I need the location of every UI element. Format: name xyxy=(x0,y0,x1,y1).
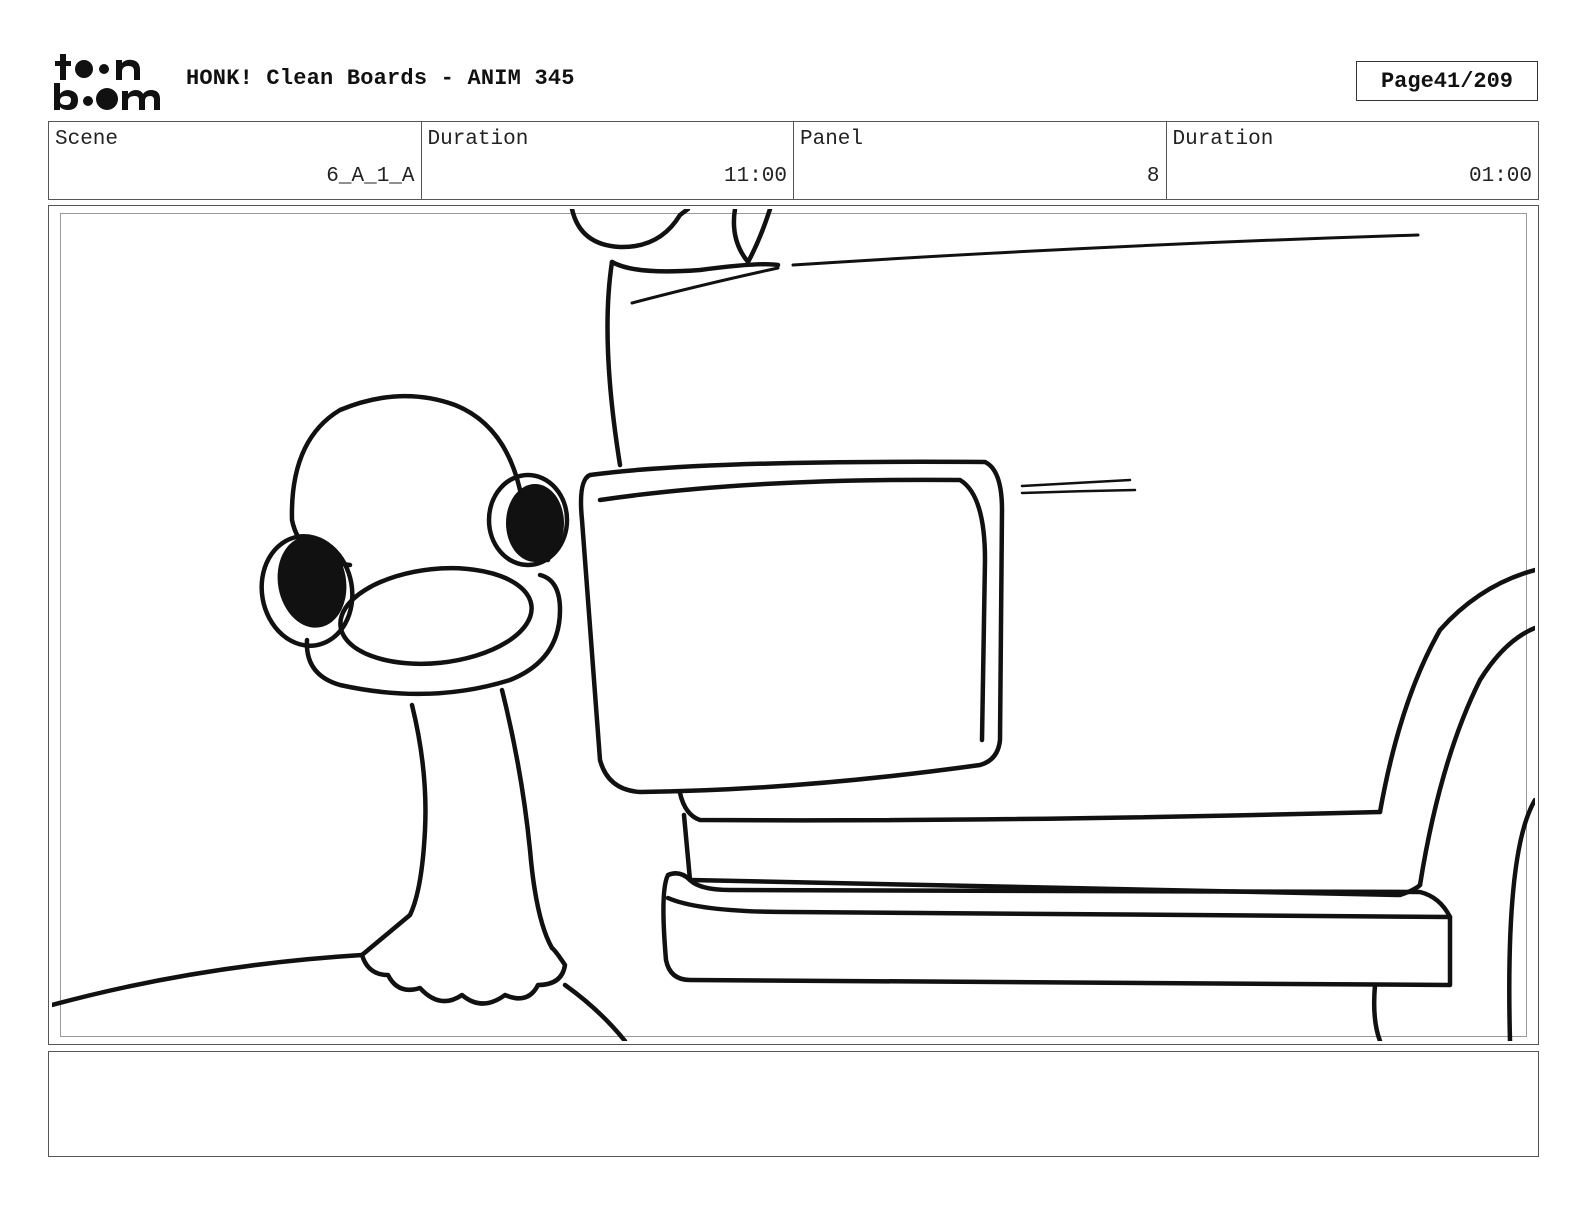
toon-boom-logo xyxy=(54,54,160,110)
page-indicator: Page 41/209 xyxy=(1356,61,1538,101)
scene-info-row: Scene 6_A_1_A Duration 11:00 Panel 8 Dur… xyxy=(48,121,1539,200)
panel-cell: Panel 8 xyxy=(794,122,1167,199)
right-eye-pupil xyxy=(506,484,564,562)
scene-value: 6_A_1_A xyxy=(326,165,415,188)
storyboard-drawing xyxy=(52,209,1535,1041)
scene-duration-label: Duration xyxy=(427,128,529,151)
page-number: 41/209 xyxy=(1433,68,1514,94)
scene-duration-cell: Duration 11:00 xyxy=(422,122,794,199)
panel-label: Panel xyxy=(800,128,864,151)
panel-duration-cell: Duration 01:00 xyxy=(1167,122,1539,199)
scene-cell: Scene 6_A_1_A xyxy=(49,122,422,199)
panel-duration-label: Duration xyxy=(1172,128,1274,151)
scene-label: Scene xyxy=(55,128,119,151)
page-label: Page xyxy=(1380,68,1434,94)
panel-value: 8 xyxy=(1146,165,1160,188)
document-title: HONK! Clean Boards - ANIM 345 xyxy=(186,66,575,91)
scene-duration-value: 11:00 xyxy=(723,165,787,188)
panel-duration-value: 01:00 xyxy=(1468,165,1532,188)
panel-notes-box xyxy=(48,1051,1539,1157)
